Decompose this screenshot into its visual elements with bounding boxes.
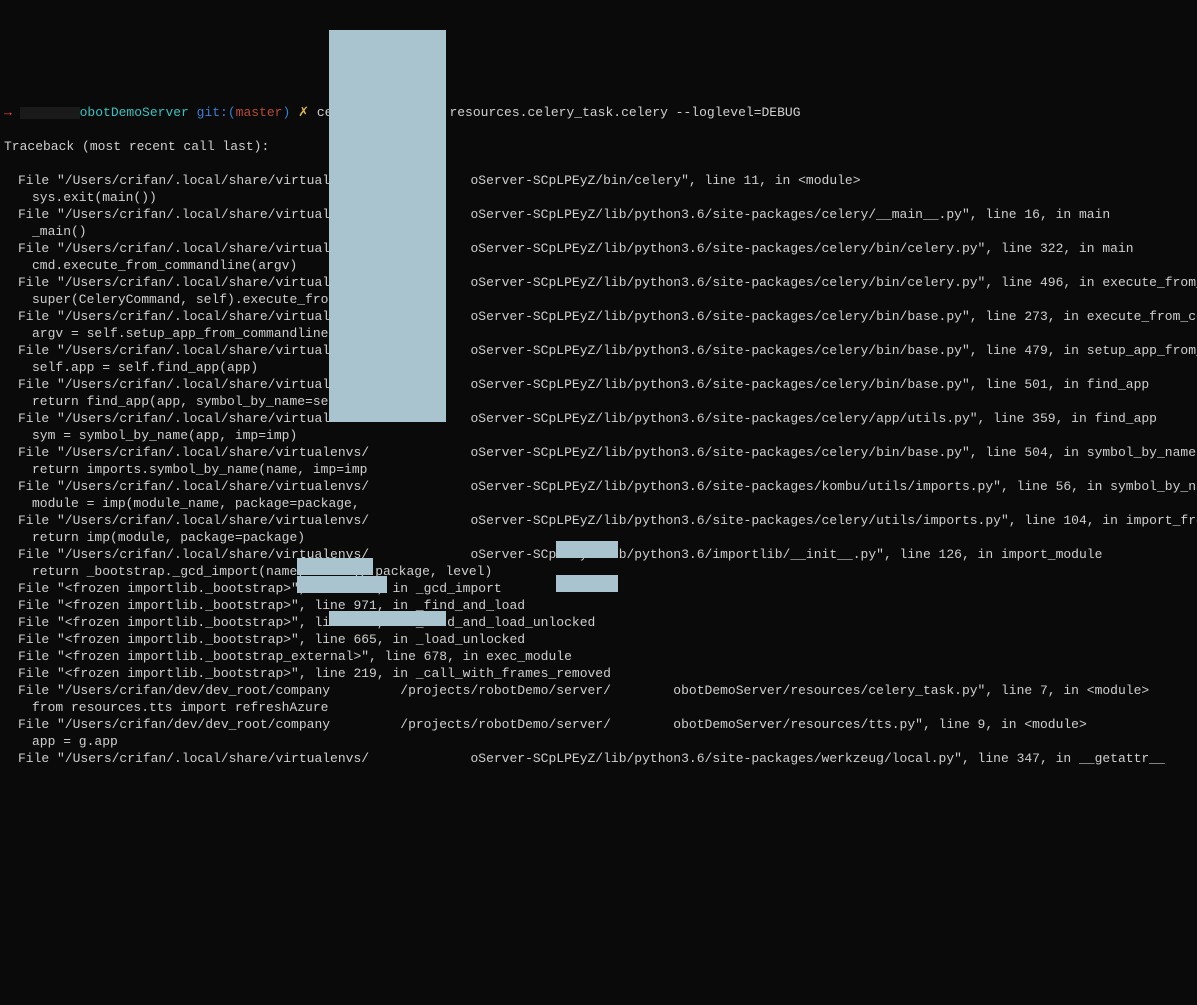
redacted-block — [556, 575, 618, 592]
arrow-icon: → — [4, 105, 12, 120]
git-close: ) — [282, 105, 290, 120]
traceback-code-line: from resources.tts import refreshAzure — [4, 699, 1193, 716]
traceback-code-line: sys.exit(main()) — [4, 189, 1193, 206]
traceback-file-line: File "/Users/crifan/.local/share/virtual… — [4, 342, 1193, 359]
traceback-file-line: File "/Users/crifan/.local/share/virtual… — [4, 172, 1193, 189]
traceback-file-line: File "/Users/crifan/.local/share/virtual… — [4, 750, 1193, 767]
traceback-file-line: File "/Users/crifan/.local/share/virtual… — [4, 206, 1193, 223]
redacted-block — [297, 558, 373, 575]
traceback-code-line: return imports.symbol_by_name(name, imp=… — [4, 461, 1193, 478]
traceback-file-line: File "/Users/crifan/dev/dev_root/company… — [4, 716, 1193, 733]
traceback-body: File "/Users/crifan/.local/share/virtual… — [4, 172, 1193, 767]
traceback-header: Traceback (most recent call last): — [4, 138, 1193, 155]
traceback-code-line: argv = self.setup_app_from_commandline(a… — [4, 325, 1193, 342]
branch-name: master — [236, 105, 283, 120]
traceback-code-line: module = imp(module_name, package=packag… — [4, 495, 1193, 512]
terminal-output[interactable]: → obotDemoServer git:(master) ✗ celery w… — [4, 70, 1193, 801]
traceback-file-line: File "<frozen importlib._bootstrap>", li… — [4, 614, 1193, 631]
traceback-file-line: File "/Users/crifan/.local/share/virtual… — [4, 410, 1193, 427]
traceback-file-line: File "/Users/crifan/.local/share/virtual… — [4, 274, 1193, 291]
traceback-file-line: File "/Users/crifan/.local/share/virtual… — [4, 512, 1193, 529]
traceback-file-line: File "/Users/crifan/.local/share/virtual… — [4, 240, 1193, 257]
traceback-file-line: File "/Users/crifan/dev/dev_root/company… — [4, 682, 1193, 699]
redacted-block — [297, 576, 387, 593]
traceback-code-line: app = g.app — [4, 733, 1193, 750]
traceback-code-line: sym = symbol_by_name(app, imp=imp) — [4, 427, 1193, 444]
redacted-block — [20, 107, 80, 119]
directory-name: obotDemoServer — [80, 105, 189, 120]
prompt-line: → obotDemoServer git:(master) ✗ celery w… — [4, 104, 1193, 121]
traceback-code-line: return find_app(app, symbol_by_name=self… — [4, 393, 1193, 410]
traceback-file-line: File "<frozen importlib._bootstrap>", li… — [4, 665, 1193, 682]
traceback-file-line: File "<frozen importlib._bootstrap_exter… — [4, 648, 1193, 665]
traceback-file-line: File "/Users/crifan/.local/share/virtual… — [4, 308, 1193, 325]
redacted-block — [556, 541, 618, 558]
git-label: git:( — [197, 105, 236, 120]
traceback-code-line: self.app = self.find_app(app) — [4, 359, 1193, 376]
traceback-file-line: File "/Users/crifan/.local/share/virtual… — [4, 478, 1193, 495]
traceback-file-line: File "<frozen importlib._bootstrap>", li… — [4, 597, 1193, 614]
dirty-icon: ✗ — [298, 105, 309, 120]
traceback-file-line: File "<frozen importlib._bootstrap>", li… — [4, 631, 1193, 648]
redacted-block — [329, 30, 446, 422]
traceback-code-line: cmd.execute_from_commandline(argv) — [4, 257, 1193, 274]
traceback-file-line: File "/Users/crifan/.local/share/virtual… — [4, 376, 1193, 393]
traceback-code-line: super(CeleryCommand, self).execute_from_… — [4, 291, 1193, 308]
redacted-block — [329, 611, 446, 626]
traceback-file-line: File "/Users/crifan/.local/share/virtual… — [4, 444, 1193, 461]
traceback-code-line: _main() — [4, 223, 1193, 240]
